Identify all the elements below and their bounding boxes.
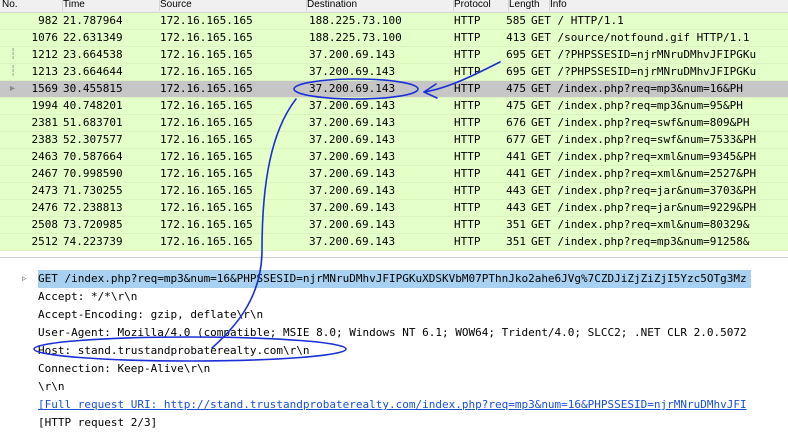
host-circle-annotation bbox=[33, 336, 347, 362]
connector-line-annotation bbox=[211, 98, 297, 349]
arrow-line-annotation bbox=[423, 61, 501, 93]
destination-circle-annotation bbox=[293, 78, 419, 100]
hand-annotation-overlay bbox=[33, 61, 501, 362]
